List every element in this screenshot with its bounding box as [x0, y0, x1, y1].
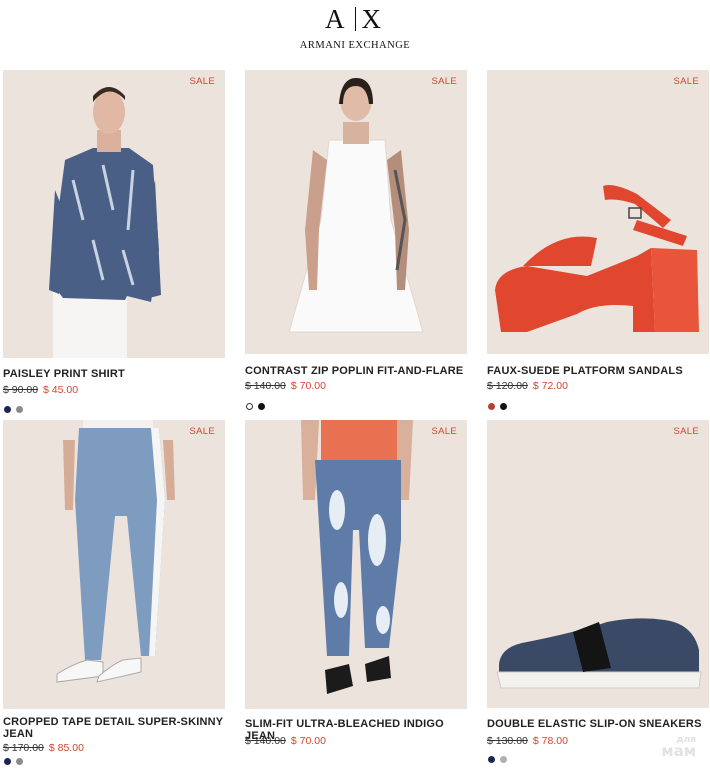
- sale-badge: SALE: [431, 76, 457, 87]
- color-swatches: [488, 403, 507, 411]
- product-card[interactable]: SALE SLIM-FIT ULTRA-BLEACHED INDIGO JEAN…: [245, 420, 467, 765]
- shirt-model-illustration: [49, 87, 161, 358]
- product-image[interactable]: SALE: [245, 420, 467, 709]
- product-prices: $ 140.00 $ 70.00: [245, 735, 326, 747]
- product-prices: $ 130.00 $ 78.00: [487, 735, 568, 747]
- product-title[interactable]: CROPPED TAPE DETAIL SUPER-SKINNY JEAN: [3, 716, 225, 740]
- product-card[interactable]: SALE PAISLEY PRINT SHIRT $ 90.00 $ 45.00: [3, 70, 225, 415]
- product-image[interactable]: SALE: [487, 420, 709, 708]
- brand-name[interactable]: ARMANI EXCHANGE: [0, 40, 710, 51]
- product-title[interactable]: PAISLEY PRINT SHIRT: [3, 368, 225, 380]
- product-card[interactable]: SALE CONTRAST ZIP POPLIN FIT-AND-FLARE $…: [245, 70, 467, 415]
- original-price: $ 140.00: [245, 380, 286, 392]
- swatch-navy[interactable]: [4, 406, 11, 413]
- sale-badge: SALE: [189, 426, 215, 437]
- logo-letter-x: X: [361, 4, 385, 34]
- product-prices: $ 120.00 $ 72.00: [487, 380, 568, 392]
- color-swatches: [4, 406, 23, 414]
- original-price: $ 140.00: [245, 735, 286, 747]
- sale-badge: SALE: [673, 426, 699, 437]
- product-title[interactable]: FAUX-SUEDE PLATFORM SANDALS: [487, 365, 709, 377]
- sale-price: $ 45.00: [43, 384, 79, 396]
- dress-model-illustration: [288, 78, 424, 333]
- site-header: AX ARMANI EXCHANGE: [0, 0, 710, 66]
- product-image[interactable]: SALE: [3, 70, 225, 358]
- swatch-navy[interactable]: [488, 756, 495, 763]
- logo-divider: [354, 7, 356, 31]
- swatch-grey[interactable]: [16, 758, 23, 765]
- original-price: $ 90.00: [3, 384, 39, 396]
- watermark-logo: для мам: [661, 735, 696, 760]
- sale-price: $ 72.00: [532, 380, 568, 392]
- sale-badge: SALE: [431, 426, 457, 437]
- product-title[interactable]: DOUBLE ELASTIC SLIP-ON SNEAKERS: [487, 718, 709, 730]
- sandal-illustration: [495, 185, 699, 332]
- original-price: $ 170.00: [3, 742, 44, 754]
- jeans-model-illustration: [56, 420, 175, 683]
- original-price: $ 130.00: [487, 735, 528, 747]
- product-image[interactable]: SALE: [245, 70, 467, 354]
- swatch-black[interactable]: [258, 403, 265, 410]
- bleached-jeans-model-illustration: [301, 420, 413, 694]
- logo-letter-a: A: [325, 4, 349, 34]
- product-card[interactable]: SALE DOUBLE ELASTIC SLIP-ON SNEAKERS $ 1…: [487, 420, 709, 765]
- color-swatches: [4, 758, 23, 766]
- swatch-grey[interactable]: [16, 406, 23, 413]
- sale-price: $ 85.00: [48, 742, 84, 754]
- swatch-white[interactable]: [246, 403, 253, 410]
- sale-badge: SALE: [189, 76, 215, 87]
- swatch-navy[interactable]: [4, 758, 11, 765]
- color-swatches: [246, 403, 265, 411]
- product-prices: $ 90.00 $ 45.00: [3, 384, 78, 396]
- product-card[interactable]: SALE CROPPED TAPE DETAIL SUPER-SKINNY JE…: [3, 420, 225, 765]
- product-card[interactable]: SALE FAUX-SUEDE PLATFORM SANDALS $ 120.0…: [487, 70, 709, 415]
- product-prices: $ 170.00 $ 85.00: [3, 742, 84, 754]
- watermark-big: мам: [661, 742, 696, 760]
- swatch-black[interactable]: [500, 403, 507, 410]
- swatch-light-grey[interactable]: [500, 756, 507, 763]
- sale-price: $ 78.00: [532, 735, 568, 747]
- brand-logo-mark[interactable]: AX: [0, 4, 710, 35]
- swatch-red[interactable]: [488, 403, 495, 410]
- product-prices: $ 140.00 $ 70.00: [245, 380, 326, 392]
- sneaker-illustration: [496, 618, 702, 689]
- color-swatches: [488, 756, 507, 764]
- original-price: $ 120.00: [487, 380, 528, 392]
- product-title[interactable]: CONTRAST ZIP POPLIN FIT-AND-FLARE: [245, 365, 467, 377]
- sale-price: $ 70.00: [290, 735, 326, 747]
- sale-badge: SALE: [673, 76, 699, 87]
- product-image[interactable]: SALE: [3, 420, 225, 709]
- product-image[interactable]: SALE: [487, 70, 709, 354]
- sale-price: $ 70.00: [290, 380, 326, 392]
